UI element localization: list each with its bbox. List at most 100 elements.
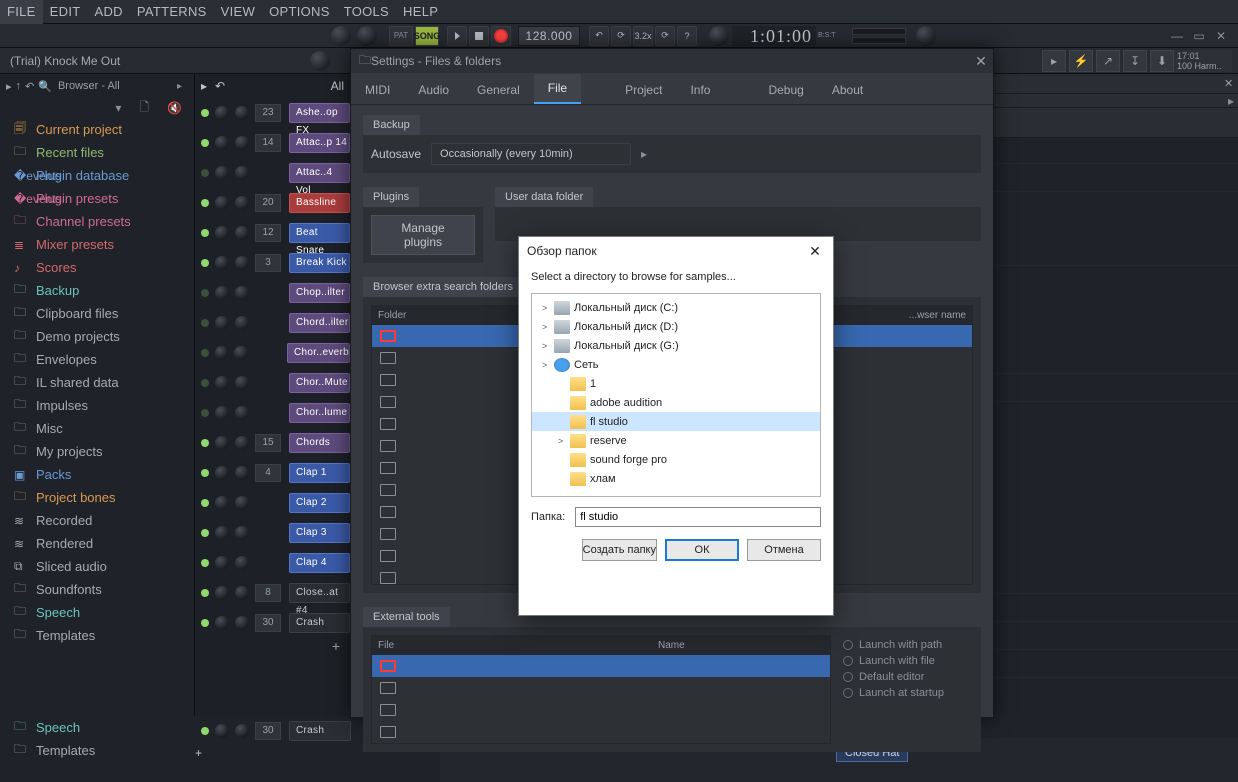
menu-edit[interactable]: EDIT [43, 0, 88, 24]
launch-option[interactable]: Launch with path [843, 639, 973, 651]
channel-pan-knob[interactable] [215, 196, 229, 210]
channel-led[interactable] [201, 109, 209, 117]
channel-name[interactable]: Chord..ilter [289, 313, 350, 333]
external-tools-list[interactable]: FileName [371, 635, 831, 744]
channel-vol-knob[interactable] [235, 226, 249, 240]
channel-name[interactable]: Clap 4 [289, 553, 350, 573]
browser-item-il-shared-data[interactable]: 🗀IL shared data [0, 371, 194, 394]
transport-tool-1[interactable]: ⟳ [611, 26, 631, 46]
chevron-right-icon[interactable]: ▸ [641, 147, 647, 161]
browser-item-templates[interactable]: 🗀Templates [0, 624, 194, 647]
channel-row[interactable]: Clap 4 [195, 548, 350, 578]
toolbar-btn-3[interactable]: ↧ [1123, 50, 1147, 72]
channel-led[interactable] [201, 289, 209, 297]
toolbar-btn-2[interactable]: ↗ [1096, 50, 1120, 72]
channel-row[interactable]: 15Chords [195, 428, 350, 458]
channel-pan-knob[interactable] [215, 286, 229, 300]
channel-row[interactable]: 23Ashe..op FX [195, 98, 350, 128]
tab-midi[interactable]: MIDI [351, 76, 404, 104]
channel-pan-knob[interactable] [215, 496, 229, 510]
channel-pan-knob[interactable] [215, 256, 229, 270]
channel-vol-knob[interactable] [234, 346, 248, 360]
channel-vol-knob[interactable] [235, 526, 249, 540]
channel-name[interactable]: Bassline [289, 193, 350, 213]
channel-led[interactable] [201, 199, 209, 207]
arr-close-icon[interactable]: ✕ [1224, 77, 1238, 90]
browser-item-scores[interactable]: ♪Scores [0, 256, 194, 279]
manage-plugins-button[interactable]: Manage plugins [371, 215, 475, 255]
channel-row[interactable]: 12Beat Snare [195, 218, 350, 248]
channel-name[interactable]: Crash [289, 721, 351, 741]
channel-name[interactable]: Clap 2 [289, 493, 350, 513]
channel-led[interactable] [201, 409, 209, 417]
browser-item-misc[interactable]: 🗀Misc [0, 417, 194, 440]
folder-tree[interactable]: >Локальный диск (C:)>Локальный диск (D:)… [531, 293, 821, 497]
ok-button[interactable]: ОК [665, 539, 739, 561]
channel-name[interactable]: Attac..4 Vol [289, 163, 350, 183]
tree-item[interactable]: adobe audition [532, 393, 820, 412]
add-channel-button[interactable]: + [195, 746, 351, 760]
channel-vol-knob[interactable] [235, 256, 249, 270]
channel-pan-knob[interactable] [215, 436, 229, 450]
menu-file[interactable]: FILE [0, 0, 43, 24]
browser-audio-icon[interactable]: 🔇 [167, 101, 182, 115]
browser-item-rendered[interactable]: ≋Rendered [0, 532, 194, 555]
channel-vol-knob[interactable] [235, 286, 249, 300]
channel-pan-knob[interactable] [215, 376, 229, 390]
tab-audio[interactable]: Audio [404, 76, 463, 104]
window-close[interactable]: ✕ [1210, 29, 1232, 43]
toolbar-btn-1[interactable]: ⚡ [1069, 50, 1093, 72]
channel-pan-knob[interactable] [215, 136, 229, 150]
tree-item[interactable]: хлам [532, 469, 820, 488]
dialog-close-icon[interactable]: ✕ [805, 243, 825, 260]
channel-pan-knob[interactable] [215, 226, 229, 240]
channel-led[interactable] [201, 139, 209, 147]
channel-led[interactable] [201, 349, 209, 357]
browser-header[interactable]: ▸ ↑ ↶ 🔍 Browser - All ▸ [0, 74, 194, 98]
menu-help[interactable]: HELP [396, 0, 445, 24]
expand-icon[interactable]: > [542, 322, 554, 332]
channel-vol-knob[interactable] [235, 136, 249, 150]
path-input[interactable] [575, 507, 821, 527]
browser-item-plugin-presets[interactable]: �eventsPlugin presets [0, 187, 194, 210]
channel-number[interactable]: 14 [255, 134, 281, 152]
transport-tool-2[interactable]: 3.2x [633, 26, 653, 46]
channel-row[interactable]: 30Crash [195, 608, 350, 638]
browser-item-ghost[interactable]: 🗀Speech [0, 716, 195, 739]
browser-item-backup[interactable]: 🗀Backup [0, 279, 194, 302]
master-volume-knob[interactable] [916, 26, 936, 46]
channel-name[interactable]: Clap 1 [289, 463, 350, 483]
channel-vol-knob[interactable] [235, 166, 249, 180]
tab-project[interactable]: Project [611, 76, 676, 104]
browser-item-speech[interactable]: 🗀Speech [0, 601, 194, 624]
radio-icon[interactable] [843, 656, 853, 666]
channel-vol-knob[interactable] [235, 196, 249, 210]
hint-knob[interactable] [310, 51, 330, 71]
browser-item-recorded[interactable]: ≋Recorded [0, 509, 194, 532]
cancel-button[interactable]: Отмена [747, 539, 821, 561]
channel-name[interactable]: Chords [289, 433, 350, 453]
menu-patterns[interactable]: PATTERNS [130, 0, 214, 24]
browser-item-mixer-presets[interactable]: ≣Mixer presets [0, 233, 194, 256]
browser-item-channel-presets[interactable]: 🗀Channel presets [0, 210, 194, 233]
channel-name[interactable]: Chor..everb [287, 343, 350, 363]
add-channel-button[interactable]: + [195, 638, 350, 660]
channel-vol-knob[interactable] [235, 106, 249, 120]
channel-vol-knob[interactable] [235, 556, 249, 570]
pat-toggle[interactable]: PAT [389, 26, 413, 46]
channel-row[interactable]: 8Close..at #4 [195, 578, 350, 608]
toolbar-btn-0[interactable]: ▸ [1042, 50, 1066, 72]
browser-view-icon[interactable]: 🗋 [139, 98, 149, 119]
channel-led[interactable] [201, 379, 209, 387]
channel-name[interactable]: Chop..ilter [289, 283, 350, 303]
stop-button[interactable] [469, 26, 489, 46]
play-button[interactable] [447, 26, 467, 46]
record-button[interactable] [491, 26, 511, 46]
channel-name[interactable]: Crash [289, 613, 350, 633]
channel-pan-knob[interactable] [215, 526, 229, 540]
browser-item-my-projects[interactable]: 🗀My projects [0, 440, 194, 463]
chevron-icon[interactable]: ▸ [201, 79, 207, 93]
browser-item-recent-files[interactable]: 🗀Recent files [0, 141, 194, 164]
launch-option[interactable]: Default editor [843, 671, 973, 683]
browser-item-clipboard-files[interactable]: 🗀Clipboard files [0, 302, 194, 325]
